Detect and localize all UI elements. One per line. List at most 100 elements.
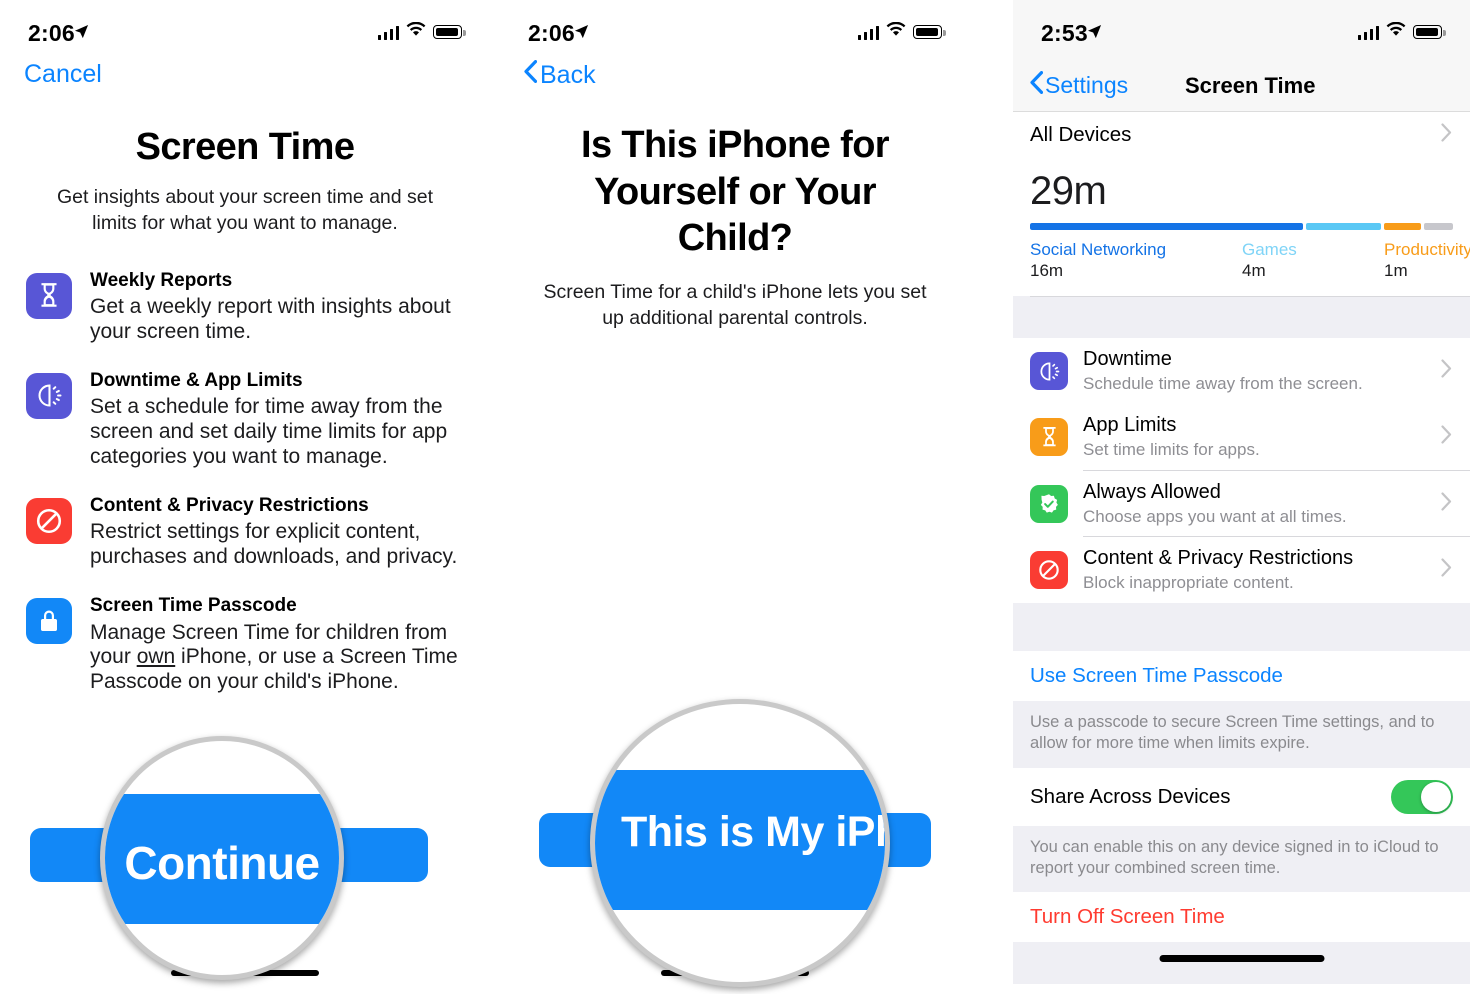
turn-off-screen-time-button[interactable]: Turn Off Screen Time — [1013, 892, 1470, 943]
bar-segment-other — [1424, 223, 1453, 230]
legend-item-productivity: Productivity 1m — [1384, 239, 1470, 282]
wifi-icon — [1386, 21, 1406, 42]
downtime-moon-icon — [26, 372, 72, 419]
settings-scroll-body: All Devices 29m Social Networking 16m Ga… — [1013, 112, 1470, 994]
back-label: Settings — [1045, 72, 1129, 98]
section-gap — [1013, 602, 1470, 651]
status-bar: 2:06 — [500, 0, 970, 60]
back-button[interactable]: Back — [524, 60, 596, 90]
legend-label: Games — [1242, 240, 1297, 259]
status-bar: 2:53 — [1013, 0, 1470, 60]
wifi-icon — [406, 21, 426, 42]
legend-label: Productivity — [1384, 240, 1470, 259]
settings-row-title: Content & Privacy Restrictions — [1083, 546, 1354, 569]
feature-body: Manage Screen Time for children from you… — [90, 621, 464, 695]
use-screen-time-passcode-button[interactable]: Use Screen Time Passcode — [1013, 650, 1470, 701]
chevron-right-icon — [1441, 558, 1452, 582]
legend-value: 16m — [1030, 261, 1064, 281]
all-devices-label: All Devices — [1030, 123, 1132, 146]
settings-row-app-limits[interactable]: App Limits Set time limits for apps. — [1013, 404, 1470, 471]
status-indicators — [1357, 21, 1446, 42]
screenshot-stage: 2:06 Cancel Screen Time Get insights abo… — [0, 0, 1470, 994]
settings-row-text: Always Allowed Choose apps you want at a… — [1083, 480, 1347, 528]
share-footnote: You can enable this on any device signed… — [1013, 825, 1470, 893]
feature-text: Screen Time Passcode Manage Screen Time … — [90, 594, 464, 695]
feature-item: Content & Privacy Restrictions Restrict … — [26, 494, 464, 570]
feature-item: Downtime & App Limits Set a schedule for… — [26, 369, 464, 470]
feature-text: Downtime & App Limits Set a schedule for… — [90, 369, 464, 470]
usage-summary-chart: 29m Social Networking 16m Games 4m Produ… — [1013, 158, 1470, 297]
feature-body: Get a weekly report with insights about … — [90, 295, 451, 344]
bar-segment-games — [1306, 223, 1381, 230]
location-arrow-icon — [574, 24, 589, 44]
battery-icon — [913, 25, 946, 39]
no-entry-icon — [1030, 550, 1068, 589]
feature-title: Screen Time Passcode — [90, 595, 297, 616]
page-title: Screen Time — [1185, 72, 1316, 98]
page-subtitle: Get insights about your screen time and … — [56, 185, 434, 234]
settings-row-text: Content & Privacy Restrictions Block ina… — [1083, 546, 1353, 594]
lock-icon — [26, 598, 72, 644]
back-label: Back — [540, 60, 596, 89]
settings-row-title: Always Allowed — [1083, 480, 1221, 503]
cellular-signal-icon — [1357, 25, 1379, 40]
cancel-label: Cancel — [24, 60, 102, 88]
status-time: 2:53 — [1041, 20, 1088, 46]
all-devices-row[interactable]: All Devices — [1013, 112, 1470, 158]
passcode-footnote: Use a passcode to secure Screen Time set… — [1013, 700, 1470, 768]
hourglass-icon — [1030, 418, 1068, 457]
home-indicator — [1159, 955, 1324, 963]
feature-item: Weekly Reports Get a weekly report with … — [26, 269, 464, 345]
bar-segment-social-networking — [1030, 223, 1304, 230]
chevron-right-icon — [1441, 425, 1452, 449]
settings-row-downtime[interactable]: Downtime Schedule time away from the scr… — [1013, 338, 1470, 405]
usage-stacked-bar — [1030, 223, 1453, 230]
total-screen-time: 29m — [1030, 169, 1107, 213]
chevron-left-icon — [524, 60, 538, 90]
chevron-left-icon — [1030, 71, 1044, 100]
check-badge-icon — [1030, 484, 1068, 523]
share-across-devices-row[interactable]: Share Across Devices — [1013, 767, 1470, 826]
status-time: 2:06 — [28, 20, 75, 46]
cancel-button[interactable]: Cancel — [24, 60, 102, 89]
settings-row-title: App Limits — [1083, 414, 1177, 437]
section-gap — [1013, 296, 1470, 339]
status-indicators — [377, 21, 466, 42]
location-arrow-icon — [1087, 24, 1102, 44]
legend-item-social-networking: Social Networking 16m — [1030, 239, 1242, 282]
magnified-my-iphone-label: This is My iPh — [621, 808, 890, 856]
feature-title: Content & Privacy Restrictions — [90, 494, 369, 516]
feature-body: Restrict settings for explicit content, … — [90, 520, 458, 569]
settings-row-subtitle: Block inappropriate content. — [1083, 572, 1294, 592]
magnifier-callout-continue: Continue — [100, 736, 344, 980]
intro-nav-row: Cancel — [0, 60, 490, 108]
page-title: Screen Time — [135, 126, 355, 168]
no-entry-icon — [26, 497, 72, 544]
hourglass-icon — [26, 272, 72, 319]
child-prompt-nav-row: Back — [500, 60, 970, 108]
downtime-moon-icon — [1030, 352, 1068, 391]
status-bar: 2:06 — [0, 0, 490, 60]
feature-title: Downtime & App Limits — [90, 369, 303, 391]
settings-row-title: Downtime — [1083, 348, 1172, 371]
battery-icon — [433, 25, 466, 39]
back-to-settings-button[interactable]: Settings — [1030, 71, 1128, 100]
settings-row-always-allowed[interactable]: Always Allowed Choose apps you want at a… — [1013, 470, 1470, 537]
feature-item: Screen Time Passcode Manage Screen Time … — [26, 594, 464, 695]
feature-body: Set a schedule for time away from the sc… — [90, 395, 448, 469]
page-subtitle: Screen Time for a child's iPhone lets yo… — [543, 281, 927, 330]
legend-value: 4m — [1242, 261, 1266, 281]
status-indicators — [857, 21, 946, 42]
share-across-devices-toggle[interactable] — [1391, 779, 1453, 814]
home-indicator-strip — [1013, 942, 1470, 985]
magnified-continue-label: Continue — [124, 837, 320, 889]
cellular-signal-icon — [857, 25, 879, 40]
status-time: 2:06 — [528, 20, 575, 46]
feature-text: Content & Privacy Restrictions Restrict … — [90, 494, 464, 570]
legend-label: Social Networking — [1030, 240, 1167, 259]
settings-row-content-privacy[interactable]: Content & Privacy Restrictions Block ina… — [1013, 536, 1470, 603]
settings-row-subtitle: Schedule time away from the screen. — [1083, 374, 1363, 394]
chevron-right-icon — [1441, 123, 1452, 147]
settings-row-text: Downtime Schedule time away from the scr… — [1083, 347, 1363, 395]
cellular-signal-icon — [377, 25, 399, 40]
